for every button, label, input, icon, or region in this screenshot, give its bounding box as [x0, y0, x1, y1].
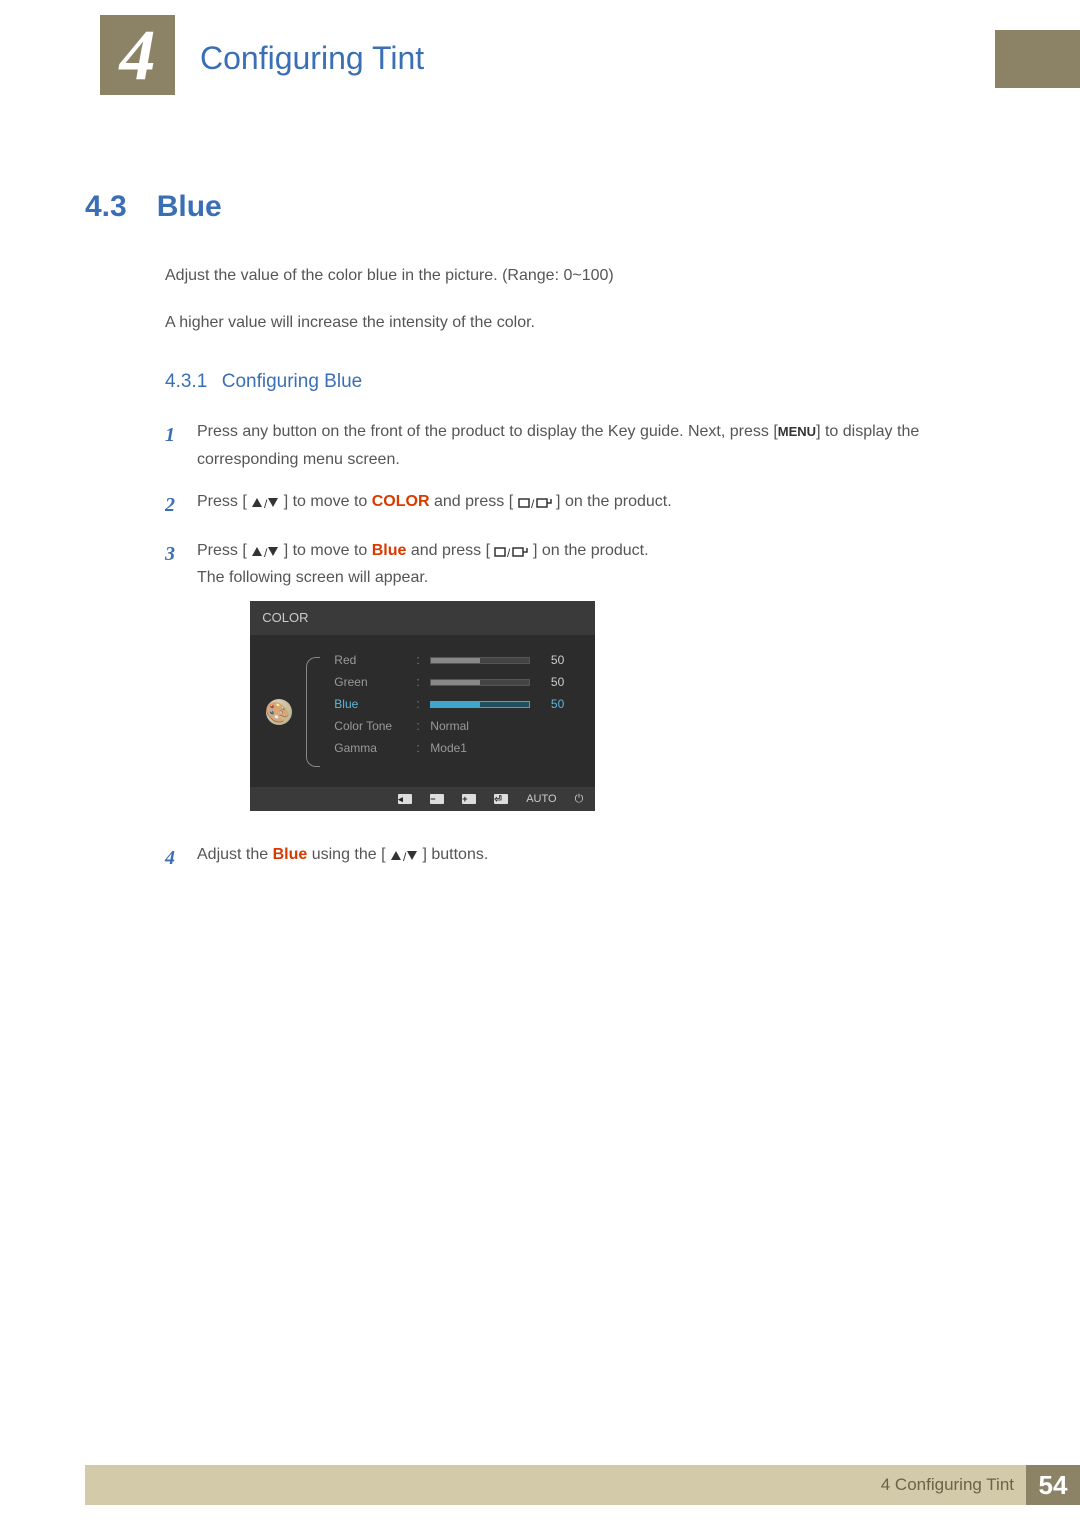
- chapter-title: Configuring Tint: [200, 40, 424, 77]
- svg-text:/: /: [264, 546, 268, 559]
- colon: :: [416, 671, 420, 693]
- intro-p2: A higher value will increase the intensi…: [165, 309, 995, 336]
- text: Press any button on the front of the pro…: [197, 423, 778, 440]
- osd-label: Color Tone: [334, 716, 406, 736]
- text: and press [: [430, 493, 514, 510]
- step-text: Press [ / ] to move to Blue and press [ …: [197, 537, 649, 826]
- svg-text:/: /: [507, 546, 511, 559]
- text: using the [: [307, 846, 385, 863]
- osd-row-green: Green : 50: [334, 671, 579, 693]
- osd-row-blue: Blue : 50: [334, 693, 579, 715]
- step-number: 2: [165, 488, 179, 522]
- enter-source-icon: /: [518, 496, 552, 510]
- colon: :: [416, 737, 420, 759]
- page-number: 54: [1026, 1465, 1080, 1505]
- text: and press [: [406, 542, 490, 559]
- power-icon: ⏻: [575, 790, 584, 809]
- back-icon: ◂: [398, 794, 412, 804]
- step-list: 1 Press any button on the front of the p…: [165, 418, 995, 875]
- plus-icon: +: [462, 794, 476, 804]
- colon: :: [416, 715, 420, 737]
- osd-value: Mode1: [430, 738, 467, 758]
- slider-icon: [430, 679, 530, 686]
- subsection-heading: 4.3.1 Configuring Blue: [165, 371, 995, 393]
- chapter-number-box: 4: [100, 15, 175, 95]
- footer-band: 4 Configuring Tint 54: [85, 1465, 1080, 1505]
- section-number: 4.3: [85, 190, 127, 224]
- colon: :: [416, 693, 420, 715]
- minus-icon: −: [430, 794, 444, 804]
- colon: :: [416, 649, 420, 671]
- osd-label: Blue: [334, 694, 406, 714]
- osd-label: Green: [334, 672, 406, 692]
- osd-label: Gamma: [334, 738, 406, 758]
- step-number: 3: [165, 537, 179, 826]
- svg-text:/: /: [403, 850, 407, 863]
- intro-p1: Adjust the value of the color blue in th…: [165, 262, 995, 289]
- up-down-icon: /: [251, 496, 279, 510]
- step-2: 2 Press [ / ] to move to COLOR and press…: [165, 488, 995, 522]
- step-text: Press [ / ] to move to COLOR and press […: [197, 488, 672, 522]
- osd-body: Red : 50 Green : 50: [250, 635, 595, 787]
- color-word: Blue: [372, 542, 407, 559]
- bracket-icon: [306, 657, 320, 767]
- text: Press [: [197, 493, 247, 510]
- footer-label: 4 Configuring Tint: [881, 1475, 1014, 1495]
- intro-text: Adjust the value of the color blue in th…: [165, 262, 995, 336]
- osd-value: 50: [540, 672, 564, 692]
- subsection-title: Configuring Blue: [222, 371, 362, 392]
- osd-list: Red : 50 Green : 50: [334, 649, 579, 767]
- text: ] to move to: [284, 542, 372, 559]
- page-content: 4.3 Blue Adjust the value of the color b…: [85, 190, 995, 890]
- osd-row-color-tone: Color Tone : Normal: [334, 715, 579, 737]
- step-1: 1 Press any button on the front of the p…: [165, 418, 995, 472]
- osd-label: Red: [334, 650, 406, 670]
- text: Adjust the: [197, 846, 273, 863]
- step-4: 4 Adjust the Blue using the [ / ] button…: [165, 841, 995, 875]
- text: ] buttons.: [422, 846, 488, 863]
- osd-value: 50: [540, 650, 564, 670]
- up-down-icon: /: [390, 849, 418, 863]
- subsection-number: 4.3.1: [165, 371, 207, 393]
- osd-footer: ◂ − + ⏎ AUTO ⏻: [250, 787, 595, 811]
- slider-icon: [430, 701, 530, 708]
- section-heading: 4.3 Blue: [85, 190, 995, 224]
- enter-icon: ⏎: [494, 794, 508, 804]
- color-word: COLOR: [372, 493, 430, 510]
- step-text: Adjust the Blue using the [ / ] buttons.: [197, 841, 488, 875]
- auto-label: AUTO: [526, 790, 556, 809]
- step-number: 1: [165, 418, 179, 472]
- color-word: Blue: [273, 846, 308, 863]
- text: ] on the product.: [533, 542, 649, 559]
- text: The following screen will appear.: [197, 569, 428, 586]
- osd-screenshot: COLOR Red : 50 Green: [250, 601, 595, 811]
- osd-value: 50: [540, 694, 564, 714]
- osd-row-red: Red : 50: [334, 649, 579, 671]
- enter-source-icon: /: [494, 545, 528, 559]
- osd-value: Normal: [430, 716, 469, 736]
- text: ] to move to: [284, 493, 372, 510]
- section-title: Blue: [157, 190, 222, 224]
- text: Press [: [197, 542, 247, 559]
- step-text: Press any button on the front of the pro…: [197, 418, 995, 472]
- menu-label: MENU: [778, 424, 816, 439]
- step-number: 4: [165, 841, 179, 875]
- step-3: 3 Press [ / ] to move to Blue and press …: [165, 537, 995, 826]
- slider-icon: [430, 657, 530, 664]
- osd-row-gamma: Gamma : Mode1: [334, 737, 579, 759]
- text: ] on the product.: [556, 493, 672, 510]
- svg-text:/: /: [264, 497, 268, 510]
- svg-text:/: /: [531, 497, 535, 510]
- palette-icon: [266, 699, 292, 725]
- osd-header: COLOR: [250, 601, 595, 635]
- up-down-icon: /: [251, 545, 279, 559]
